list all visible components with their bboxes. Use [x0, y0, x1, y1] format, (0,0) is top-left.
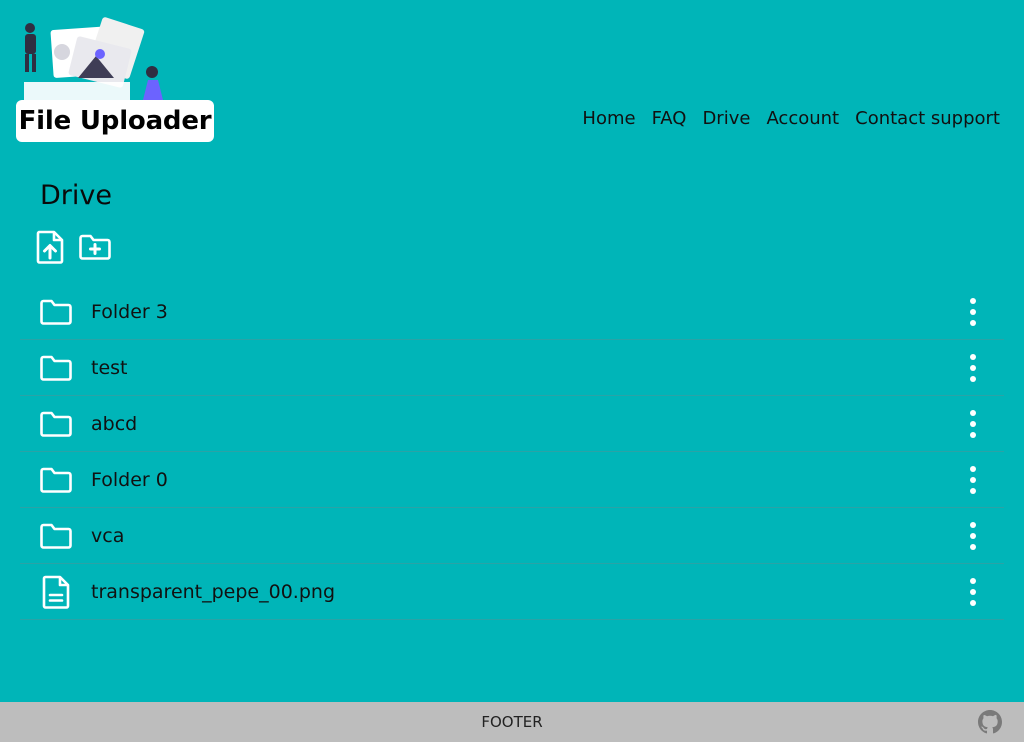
- folder-icon: [40, 523, 72, 549]
- main-nav: Home FAQ Drive Account Contact support: [566, 108, 1000, 129]
- list-item[interactable]: vca: [20, 508, 1004, 564]
- new-folder-button[interactable]: [78, 233, 112, 261]
- file-icon: [42, 575, 70, 609]
- more-options-icon[interactable]: [966, 578, 980, 606]
- page-title: Drive: [40, 180, 112, 211]
- item-name: vca: [91, 524, 125, 547]
- more-options-icon[interactable]: [966, 298, 980, 326]
- drive-item-list: Folder 3 test abcd Folder 0 vca transpar…: [20, 284, 1004, 620]
- list-item[interactable]: Folder 0: [20, 452, 1004, 508]
- list-item[interactable]: test: [20, 340, 1004, 396]
- logo-illustration: [24, 17, 164, 104]
- nav-drive[interactable]: Drive: [702, 108, 750, 129]
- item-name: transparent_pepe_00.png: [91, 580, 336, 603]
- item-name: abcd: [91, 412, 138, 435]
- github-icon[interactable]: [978, 710, 1002, 734]
- list-item[interactable]: transparent_pepe_00.png: [20, 564, 1004, 620]
- nav-contact-support[interactable]: Contact support: [855, 108, 1000, 129]
- upload-file-button[interactable]: [36, 230, 64, 264]
- list-item[interactable]: abcd: [20, 396, 1004, 452]
- nav-faq[interactable]: FAQ: [652, 108, 687, 129]
- drive-toolbar: [36, 230, 112, 264]
- nav-home[interactable]: Home: [582, 108, 635, 129]
- folder-icon: [40, 411, 72, 437]
- folder-icon: [40, 299, 72, 325]
- item-name: Folder 3: [91, 300, 168, 323]
- header: File Uploader Home FAQ Drive Account Con…: [0, 0, 1024, 150]
- footer: FOOTER: [0, 702, 1024, 742]
- more-options-icon[interactable]: [966, 354, 980, 382]
- folder-plus-icon: [79, 234, 111, 260]
- folder-icon: [40, 355, 72, 381]
- footer-label: FOOTER: [481, 713, 543, 731]
- file-upload-icon: [36, 230, 64, 264]
- folder-icon: [40, 467, 72, 493]
- more-options-icon[interactable]: [966, 410, 980, 438]
- more-options-icon[interactable]: [966, 466, 980, 494]
- item-name: test: [91, 356, 128, 379]
- list-item[interactable]: Folder 3: [20, 284, 1004, 340]
- nav-account[interactable]: Account: [766, 108, 839, 129]
- item-name: Folder 0: [91, 468, 168, 491]
- app-logo-title[interactable]: File Uploader: [16, 100, 214, 142]
- more-options-icon[interactable]: [966, 522, 980, 550]
